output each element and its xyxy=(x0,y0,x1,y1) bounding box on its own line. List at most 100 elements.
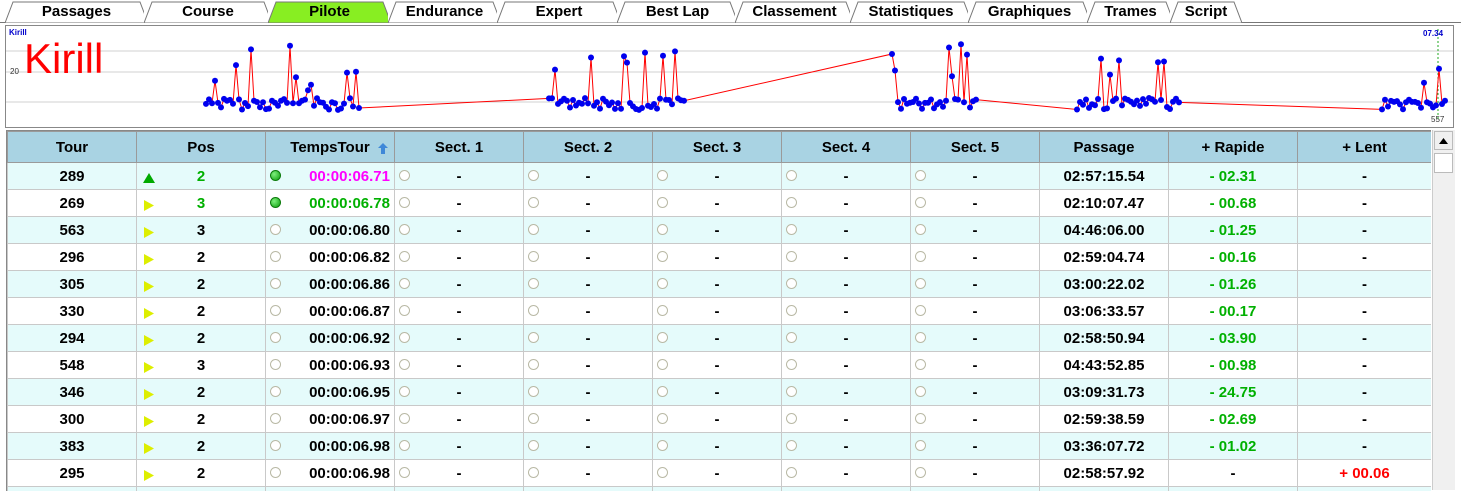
graph-point xyxy=(898,106,904,112)
table-row[interactable]: 269300:00:06.78-----02:10:07.47- 00.68- xyxy=(8,190,1432,217)
column-header-label: Pos xyxy=(187,139,215,156)
cell-sector-5: - xyxy=(911,352,1040,379)
sector-value: - xyxy=(457,465,462,482)
graph-point xyxy=(311,103,317,109)
column-header-sect-4[interactable]: Sect. 4 xyxy=(782,132,911,163)
sector-indicator-icon xyxy=(399,251,410,262)
sector-value: - xyxy=(844,276,849,293)
graph-point xyxy=(257,104,263,110)
sector-value: - xyxy=(715,465,720,482)
sector-indicator-icon xyxy=(528,224,539,235)
graph-point xyxy=(239,107,245,113)
table-row[interactable]: 289200:00:06.71-----02:57:15.54- 02.31- xyxy=(8,163,1432,190)
cell-tour xyxy=(8,487,137,491)
sector-indicator-icon xyxy=(786,332,797,343)
graph-point xyxy=(1433,102,1439,108)
sector-indicator-icon xyxy=(528,467,539,478)
graph-point xyxy=(964,52,970,58)
graph-point xyxy=(1134,98,1140,104)
sector-indicator-icon xyxy=(657,251,668,262)
sector-value: - xyxy=(715,384,720,401)
position-value: 2 xyxy=(137,384,265,401)
scroll-thumb[interactable] xyxy=(1434,153,1453,173)
table-row[interactable]: 346200:00:06.95-----03:09:31.73- 24.75- xyxy=(8,379,1432,406)
graph-point xyxy=(564,98,570,104)
graph-point xyxy=(1158,97,1164,103)
table-row[interactable]: 383200:00:06.98-----03:36:07.72- 01.02- xyxy=(8,433,1432,460)
sector-indicator-icon xyxy=(657,305,668,316)
sector-value: - xyxy=(715,411,720,428)
sector-value: - xyxy=(457,168,462,185)
column-header-sect-2[interactable]: Sect. 2 xyxy=(524,132,653,163)
sector-indicator-icon xyxy=(786,386,797,397)
graph-point xyxy=(350,104,356,110)
lap-time-plot xyxy=(6,26,1453,127)
cell-sector-3: - xyxy=(653,271,782,298)
cell-sector-4: - xyxy=(782,298,911,325)
column-header-pos[interactable]: Pos xyxy=(137,132,266,163)
column-header-lent[interactable]: + Lent xyxy=(1298,132,1432,163)
graph-point xyxy=(341,101,347,107)
table-row[interactable]: 305200:00:06.86-----03:00:22.02- 01.26- xyxy=(8,271,1432,298)
column-header-tempstour[interactable]: TempsTour xyxy=(266,132,395,163)
cell-plus-rapide: - 00.17 xyxy=(1169,298,1298,325)
table-row[interactable]: 548300:00:06.93-----04:43:52.85- 00.98- xyxy=(8,352,1432,379)
cell-tour: 296 xyxy=(8,244,137,271)
tab-pilote[interactable]: Pilote xyxy=(268,1,391,22)
tab-classement[interactable]: Classement xyxy=(735,1,854,22)
graph-point xyxy=(356,105,362,111)
cell-pos: 2 xyxy=(137,244,266,271)
position-value: 2 xyxy=(137,330,265,347)
cell-plus-rapide: - 01.02 xyxy=(1169,433,1298,460)
scroll-up-button[interactable] xyxy=(1434,131,1453,150)
position-value: 2 xyxy=(137,276,265,293)
tab-trames[interactable]: Trames xyxy=(1087,1,1174,22)
tab-expert[interactable]: Expert xyxy=(497,1,621,22)
sector-indicator-icon xyxy=(786,359,797,370)
vertical-scrollbar[interactable] xyxy=(1432,130,1455,490)
column-header-sect-1[interactable]: Sect. 1 xyxy=(395,132,524,163)
table-row[interactable]: 330200:00:06.87-----03:06:33.57- 00.17- xyxy=(8,298,1432,325)
table-row[interactable]: 296200:00:06.82-----02:59:04.74- 00.16- xyxy=(8,244,1432,271)
table-row[interactable]: 300200:00:06.97-----02:59:38.59- 02.69- xyxy=(8,406,1432,433)
cell-sector-3: - xyxy=(653,244,782,271)
graph-point xyxy=(1095,96,1101,102)
tab-script[interactable]: Script xyxy=(1170,1,1242,22)
column-header-label: Passage xyxy=(1074,139,1135,156)
sector-indicator-icon xyxy=(915,440,926,451)
tab-best-lap[interactable]: Best Lap xyxy=(617,1,738,22)
table-row[interactable]: 295200:00:06.98-----02:58:57.92-+ 00.06 xyxy=(8,460,1432,487)
graph-line xyxy=(206,44,1445,110)
cell-sector-4: - xyxy=(782,163,911,190)
sector-indicator-icon xyxy=(786,224,797,235)
graph-point xyxy=(1155,59,1161,65)
column-header-passage[interactable]: Passage xyxy=(1040,132,1169,163)
cell-plus-lent: - xyxy=(1298,406,1432,433)
tab-label: Trames xyxy=(1104,3,1157,20)
column-header-sect-3[interactable]: Sect. 3 xyxy=(653,132,782,163)
table-row[interactable]: 563300:00:06.80-----04:46:06.00- 01.25- xyxy=(8,217,1432,244)
tab-endurance[interactable]: Endurance xyxy=(388,1,501,22)
sector-value: - xyxy=(844,195,849,212)
sector-value: - xyxy=(457,438,462,455)
tab-passages[interactable]: Passages xyxy=(5,1,148,22)
graph-point xyxy=(233,62,239,68)
sector-value: - xyxy=(973,249,978,266)
graph-point xyxy=(672,48,678,54)
tab-statistiques[interactable]: Statistiques xyxy=(850,1,972,22)
tab-course[interactable]: Course xyxy=(144,1,272,22)
column-header-rapide[interactable]: + Rapide xyxy=(1169,132,1298,163)
graph-point xyxy=(293,74,299,80)
cell-tempstour: 00:00:06.86 xyxy=(266,271,395,298)
graph-point xyxy=(946,45,952,51)
column-header-sect-5[interactable]: Sect. 5 xyxy=(911,132,1040,163)
table-row[interactable] xyxy=(8,487,1432,491)
graph-point xyxy=(347,95,353,101)
sector-value: - xyxy=(973,384,978,401)
column-header-tour[interactable]: Tour xyxy=(8,132,137,163)
cell-sector-5: - xyxy=(911,325,1040,352)
tab-graphiques[interactable]: Graphiques xyxy=(968,1,1091,22)
sector-value: - xyxy=(715,303,720,320)
cell-sector-4: - xyxy=(782,352,911,379)
table-row[interactable]: 294200:00:06.92-----02:58:50.94- 03.90- xyxy=(8,325,1432,352)
